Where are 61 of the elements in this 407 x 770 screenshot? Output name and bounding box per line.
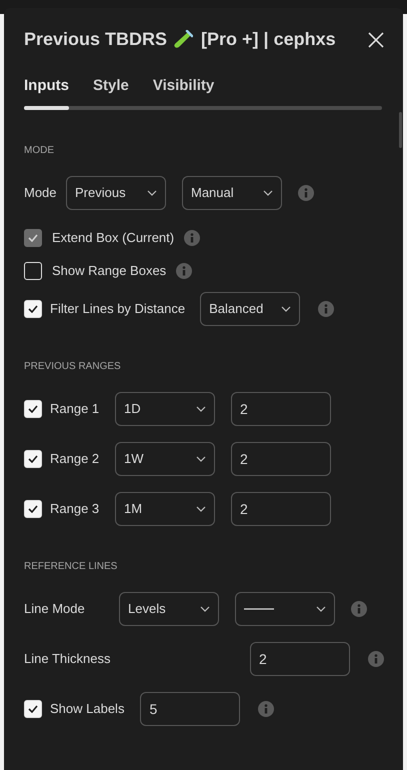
check-icon [28, 504, 38, 512]
number-field[interactable]: 5 [140, 692, 240, 726]
field-label: Show Range Boxes [52, 262, 166, 280]
tab[interactable]: Visibility [152, 75, 214, 98]
chevron-down-icon [316, 606, 326, 612]
number-field[interactable]: 2 [250, 642, 350, 676]
test-tube-icon [173, 30, 194, 50]
number-field[interactable]: 2 [231, 492, 331, 526]
field-label: Show Labels [50, 700, 124, 718]
info-icon[interactable] [258, 700, 274, 716]
info-icon[interactable] [368, 650, 384, 666]
check-icon [28, 234, 38, 242]
section-heading: REFERENCE LINES [24, 560, 118, 574]
checkbox[interactable] [24, 500, 42, 518]
check-icon [28, 304, 38, 312]
info-icon[interactable] [351, 600, 367, 616]
chevron-down-icon [196, 456, 206, 462]
checkbox[interactable] [24, 300, 42, 318]
field-label: Filter Lines by Distance [50, 300, 186, 318]
line-style-icon [244, 606, 274, 610]
check-icon [28, 704, 38, 712]
checkbox[interactable] [24, 400, 42, 418]
close-button[interactable] [367, 30, 385, 48]
chevron-down-icon [281, 306, 292, 312]
info-icon[interactable] [298, 184, 314, 200]
dialog-title: [Pro +] | cephxs [201, 28, 336, 51]
number-field[interactable]: 2 [231, 392, 331, 426]
chevron-down-icon [147, 190, 157, 196]
dropdown[interactable]: Balanced [200, 292, 300, 326]
section-heading: PREVIOUS RANGES [24, 360, 122, 374]
number-field[interactable]: 2 [231, 442, 331, 476]
scrollbar[interactable] [399, 112, 402, 148]
field-label: Line Mode [24, 600, 86, 618]
tab[interactable]: Style [93, 75, 129, 98]
section-heading: MODE [24, 144, 55, 158]
dropdown[interactable]: 1W [115, 442, 215, 476]
info-icon[interactable] [318, 300, 334, 316]
checkbox[interactable] [24, 700, 42, 718]
dropdown[interactable] [235, 592, 335, 626]
checkbox[interactable] [24, 450, 42, 468]
check-icon [28, 454, 38, 462]
field-label: Line Thickness [24, 650, 112, 668]
field-label: Range 1 [50, 400, 100, 418]
check-icon [28, 404, 38, 412]
field-label: Range 3 [50, 500, 100, 518]
field-label: Extend Box (Current) [52, 228, 174, 247]
tab[interactable]: Inputs [24, 75, 69, 98]
checkbox[interactable] [24, 262, 42, 280]
field-label: Range 2 [50, 450, 100, 468]
dropdown[interactable]: Levels [119, 592, 219, 626]
chevron-down-icon [196, 506, 206, 512]
field-label: Mode [24, 184, 58, 202]
dropdown[interactable]: Manual [182, 176, 282, 210]
chevron-down-icon [196, 406, 206, 412]
info-icon[interactable] [176, 262, 192, 278]
dropdown[interactable]: Previous [66, 176, 166, 210]
dropdown[interactable]: 1M [115, 492, 215, 526]
chevron-down-icon [200, 606, 210, 612]
dropdown[interactable]: 1D [115, 392, 215, 426]
dialog-title: Previous TBDRS [24, 28, 168, 51]
chevron-down-icon [263, 190, 273, 196]
